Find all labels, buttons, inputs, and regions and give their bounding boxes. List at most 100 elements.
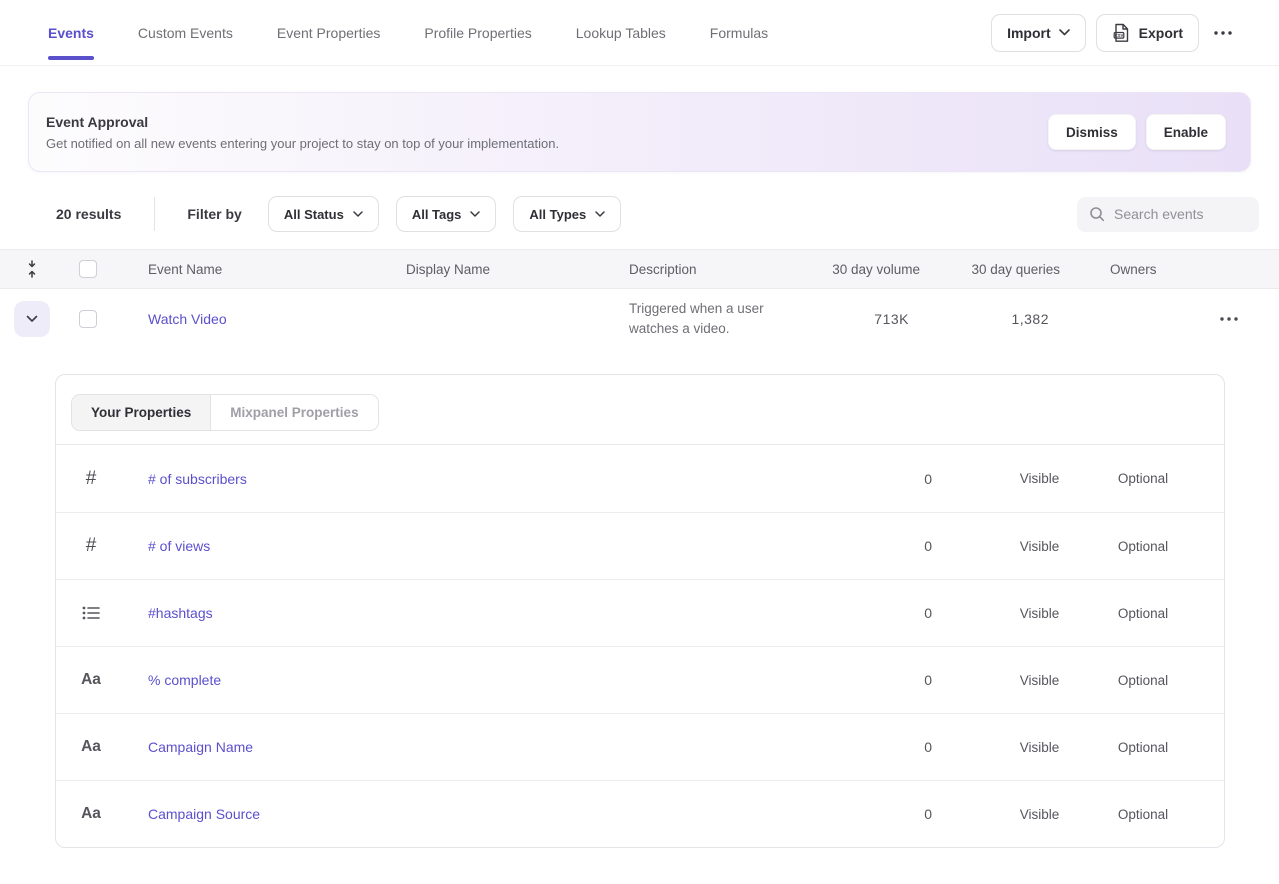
import-button[interactable]: Import <box>991 14 1086 52</box>
number-icon: # <box>86 468 97 490</box>
banner-title: Event Approval <box>46 114 559 130</box>
ellipsis-icon <box>1220 317 1238 321</box>
property-count: 0 <box>832 471 932 487</box>
property-name-link[interactable]: # of views <box>126 538 832 554</box>
tab-mixpanel-properties[interactable]: Mixpanel Properties <box>211 395 377 430</box>
chevron-down-icon <box>26 315 38 323</box>
nav-actions: Import CSV Export <box>991 14 1279 52</box>
ellipsis-icon <box>1214 31 1232 35</box>
property-count: 0 <box>832 538 932 554</box>
property-visibility: Visible <box>988 673 1091 688</box>
property-row: Aa % complete 0 Visible Optional <box>56 646 1224 713</box>
column-header-description[interactable]: Description <box>592 262 792 277</box>
property-visibility: Visible <box>988 471 1091 486</box>
list-icon <box>82 605 100 621</box>
property-visibility: Visible <box>988 807 1091 822</box>
chevron-down-icon <box>470 211 480 217</box>
property-name-link[interactable]: # of subscribers <box>126 471 832 487</box>
banner-actions: Dismiss Enable <box>1048 114 1250 150</box>
import-label: Import <box>1007 25 1051 41</box>
search-events-box <box>1077 197 1259 232</box>
property-requirement: Optional <box>1091 606 1195 621</box>
search-events-input[interactable] <box>1114 206 1247 222</box>
number-icon: # <box>86 535 97 557</box>
property-requirement: Optional <box>1091 471 1195 486</box>
results-count: 20 results <box>56 206 121 222</box>
chevron-down-icon <box>1059 29 1070 36</box>
properties-tabs-row: Your Properties Mixpanel Properties <box>56 375 1224 445</box>
top-navigation: Events Custom Events Event Properties Pr… <box>0 0 1279 66</box>
more-options-button[interactable] <box>1209 14 1237 52</box>
events-table-header: Event Name Display Name Description 30 d… <box>0 249 1279 289</box>
types-filter-dropdown[interactable]: All Types <box>513 196 621 232</box>
column-header-display-name[interactable]: Display Name <box>370 262 592 277</box>
text-icon: Aa <box>81 671 101 689</box>
property-name-link[interactable]: Campaign Name <box>126 739 832 755</box>
property-row: # # of views 0 Visible Optional <box>56 512 1224 579</box>
banner-description: Get notified on all new events entering … <box>46 136 559 151</box>
chevron-down-icon <box>353 211 363 217</box>
svg-text:CSV: CSV <box>1114 32 1123 37</box>
property-visibility: Visible <box>988 606 1091 621</box>
status-filter-label: All Status <box>284 207 344 222</box>
tab-formulas[interactable]: Formulas <box>710 21 768 45</box>
column-header-30-day-queries[interactable]: 30 day queries <box>920 262 1060 277</box>
column-header-30-day-volume[interactable]: 30 day volume <box>792 262 920 277</box>
event-30-day-queries: 1,382 <box>920 311 1060 327</box>
filter-by-label: Filter by <box>187 206 241 222</box>
property-count: 0 <box>832 806 932 822</box>
dismiss-button[interactable]: Dismiss <box>1048 114 1136 150</box>
property-row: #hashtags 0 Visible Optional <box>56 579 1224 646</box>
text-icon: Aa <box>81 805 101 823</box>
tags-filter-label: All Tags <box>412 207 462 222</box>
export-button[interactable]: CSV Export <box>1096 14 1199 52</box>
row-checkbox[interactable] <box>79 310 97 328</box>
tab-your-properties[interactable]: Your Properties <box>72 395 211 430</box>
enable-button[interactable]: Enable <box>1146 114 1226 150</box>
row-actions-button[interactable] <box>1220 317 1238 321</box>
status-filter-dropdown[interactable]: All Status <box>268 196 379 232</box>
column-header-event-name[interactable]: Event Name <box>112 262 370 277</box>
lexicon-tabs: Events Custom Events Event Properties Pr… <box>48 21 768 45</box>
event-description: Triggered when a user watches a video. <box>592 299 792 340</box>
collapse-all-icon[interactable] <box>25 260 39 278</box>
chevron-down-icon <box>595 211 605 217</box>
property-row: # # of subscribers 0 Visible Optional <box>56 445 1224 512</box>
search-icon <box>1089 206 1105 222</box>
property-row: Aa Campaign Source 0 Visible Optional <box>56 780 1224 847</box>
property-visibility: Visible <box>988 740 1091 755</box>
tab-events[interactable]: Events <box>48 21 94 45</box>
property-visibility: Visible <box>988 539 1091 554</box>
property-row: Aa Campaign Name 0 Visible Optional <box>56 713 1224 780</box>
property-requirement: Optional <box>1091 539 1195 554</box>
filter-bar: 20 results Filter by All Status All Tags… <box>0 196 1279 232</box>
select-all-checkbox[interactable] <box>79 260 97 278</box>
tags-filter-dropdown[interactable]: All Tags <box>396 196 497 232</box>
property-count: 0 <box>832 605 932 621</box>
event-row-watch-video: Watch Video Triggered when a user watche… <box>0 289 1279 349</box>
column-header-owners[interactable]: Owners <box>1060 262 1220 277</box>
property-count: 0 <box>832 672 932 688</box>
tab-event-properties[interactable]: Event Properties <box>277 21 381 45</box>
event-approval-banner: Event Approval Get notified on all new e… <box>28 92 1251 172</box>
event-30-day-volume: 713K <box>792 311 920 327</box>
row-expander-button[interactable] <box>14 301 50 337</box>
event-name-link[interactable]: Watch Video <box>148 311 227 327</box>
property-name-link[interactable]: #hashtags <box>126 605 832 621</box>
property-requirement: Optional <box>1091 807 1195 822</box>
event-properties-panel: Your Properties Mixpanel Properties # # … <box>55 374 1225 848</box>
csv-file-icon: CSV <box>1112 23 1131 43</box>
tab-custom-events[interactable]: Custom Events <box>138 21 233 45</box>
export-label: Export <box>1139 25 1183 41</box>
text-icon: Aa <box>81 738 101 756</box>
types-filter-label: All Types <box>529 207 586 222</box>
banner-text: Event Approval Get notified on all new e… <box>29 114 559 151</box>
property-requirement: Optional <box>1091 673 1195 688</box>
property-count: 0 <box>832 739 932 755</box>
tab-profile-properties[interactable]: Profile Properties <box>424 21 531 45</box>
tab-lookup-tables[interactable]: Lookup Tables <box>576 21 666 45</box>
divider <box>154 197 155 231</box>
property-name-link[interactable]: % complete <box>126 672 832 688</box>
property-requirement: Optional <box>1091 740 1195 755</box>
property-name-link[interactable]: Campaign Source <box>126 806 832 822</box>
